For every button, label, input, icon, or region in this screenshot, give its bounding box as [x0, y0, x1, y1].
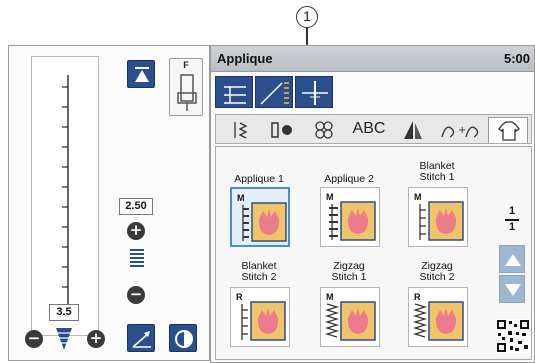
stitch-grid: Applique 1 Applique 2 Blanket Stitch 1 M …: [215, 146, 532, 360]
presser-foot-indicator: F: [169, 58, 203, 116]
stitch-layout-button[interactable]: [215, 76, 253, 108]
svg-text:+: +: [458, 125, 466, 136]
straight-stitch-tab-icon: [234, 122, 248, 139]
tab-decorative-stitch[interactable]: [304, 117, 344, 143]
stitch-preview: [31, 56, 99, 336]
applique-stitch-icon: M: [326, 192, 376, 241]
needle-up-button[interactable]: [127, 60, 155, 88]
stitch-label-zigzag-1: Zigzag Stitch 1: [331, 260, 367, 283]
shirt-tab-icon: [498, 121, 520, 141]
width-increase-button[interactable]: +: [127, 222, 145, 240]
stitch-preview-graphic: [62, 75, 69, 319]
callout-marker: 1: [296, 6, 318, 28]
stitch-width-icon: [130, 249, 144, 267]
length-increase-button[interactable]: +: [87, 330, 105, 348]
stitch-length-icon: [56, 328, 72, 350]
width-decrease-button[interactable]: −: [127, 286, 145, 304]
stitch-tile-blanket-2[interactable]: R: [230, 287, 290, 347]
stitch-label-applique-1: Applique 1: [234, 173, 284, 185]
page-current: 1: [508, 205, 516, 217]
stitch-label-blanket-2: Blanket Stitch 2: [241, 260, 277, 283]
tab-satin-stitch[interactable]: [262, 117, 302, 143]
stitch-width-guide-button[interactable]: [255, 76, 293, 108]
floral-tab-icon: +: [441, 125, 479, 138]
slope-icon: [132, 331, 151, 348]
stitch-tile-blanket-1[interactable]: M: [408, 187, 468, 247]
blanket-stitch-icon: R: [236, 292, 286, 341]
quilt-tab-icon: [404, 121, 422, 139]
blanket-stitch-icon: M: [414, 192, 464, 241]
stitch-tile-applique-1[interactable]: M: [230, 187, 290, 247]
page-down-button[interactable]: [499, 275, 525, 303]
decorative-stitch-tab-icon: [315, 121, 333, 139]
zigzag-stitch-icon: R: [412, 292, 464, 341]
tab-floral[interactable]: +: [434, 117, 486, 143]
svg-text:R: R: [236, 292, 243, 302]
svg-text:M: M: [237, 193, 245, 203]
foot-letter: F: [183, 60, 189, 70]
length-decrease-button[interactable]: −: [25, 330, 43, 348]
mirror-icon: [175, 330, 193, 348]
width-guide-icon: [260, 82, 289, 105]
stitch-length-value: 3.5: [49, 304, 79, 321]
needle-position-button[interactable]: [295, 76, 333, 108]
needle-up-icon: [135, 67, 149, 82]
stitch-layout-icon: [224, 86, 246, 104]
svg-text:R: R: [414, 292, 421, 302]
zigzag-stitch-icon: M: [324, 292, 376, 341]
qr-code-icon: [496, 319, 530, 353]
stitch-label-blanket-1: Blanket Stitch 1: [419, 160, 455, 183]
page-total: 1: [508, 221, 516, 233]
stitch-tile-zigzag-2[interactable]: R: [408, 287, 468, 347]
page-up-button[interactable]: [499, 245, 525, 273]
tab-garment[interactable]: [488, 117, 528, 143]
mirror-image-button[interactable]: [169, 324, 197, 352]
title-bar: Applique 5:00: [211, 46, 534, 72]
tension-button[interactable]: [127, 324, 155, 352]
svg-text:M: M: [326, 192, 334, 202]
svg-text:M: M: [326, 292, 334, 302]
stitch-tile-zigzag-1[interactable]: M: [320, 287, 380, 347]
qr-code[interactable]: [496, 319, 530, 353]
tab-straight-stitch[interactable]: [220, 117, 260, 143]
arrow-up-icon: [505, 254, 521, 266]
satin-stitch-tab-icon: [271, 122, 292, 138]
stitch-category-tabs: ABC +: [215, 114, 532, 144]
needle-position-icon: [302, 81, 328, 105]
applique-stitch-icon: M: [237, 193, 287, 242]
svg-text:M: M: [414, 192, 422, 202]
tab-quilt[interactable]: [394, 117, 432, 143]
stitch-label-applique-2: Applique 2: [324, 173, 374, 185]
page-title: Applique: [217, 51, 273, 66]
stitch-width-value: 2.50: [119, 198, 153, 215]
sewing-time: 5:00: [503, 51, 530, 66]
stitch-settings-panel: F 2.50 + − 3.5 − +: [8, 45, 210, 361]
stitch-selection-panel: Applique 5:00 ABC + Applique 1 Applique …: [210, 45, 535, 363]
stitch-label-zigzag-2: Zigzag Stitch 2: [419, 260, 455, 283]
stitch-tile-applique-2[interactable]: M: [320, 187, 380, 247]
tab-letters[interactable]: ABC: [346, 117, 392, 143]
sewing-machine-screen: F 2.50 + − 3.5 − + Applique 5:00 ABC + A…: [0, 45, 535, 363]
arrow-down-icon: [505, 284, 521, 296]
